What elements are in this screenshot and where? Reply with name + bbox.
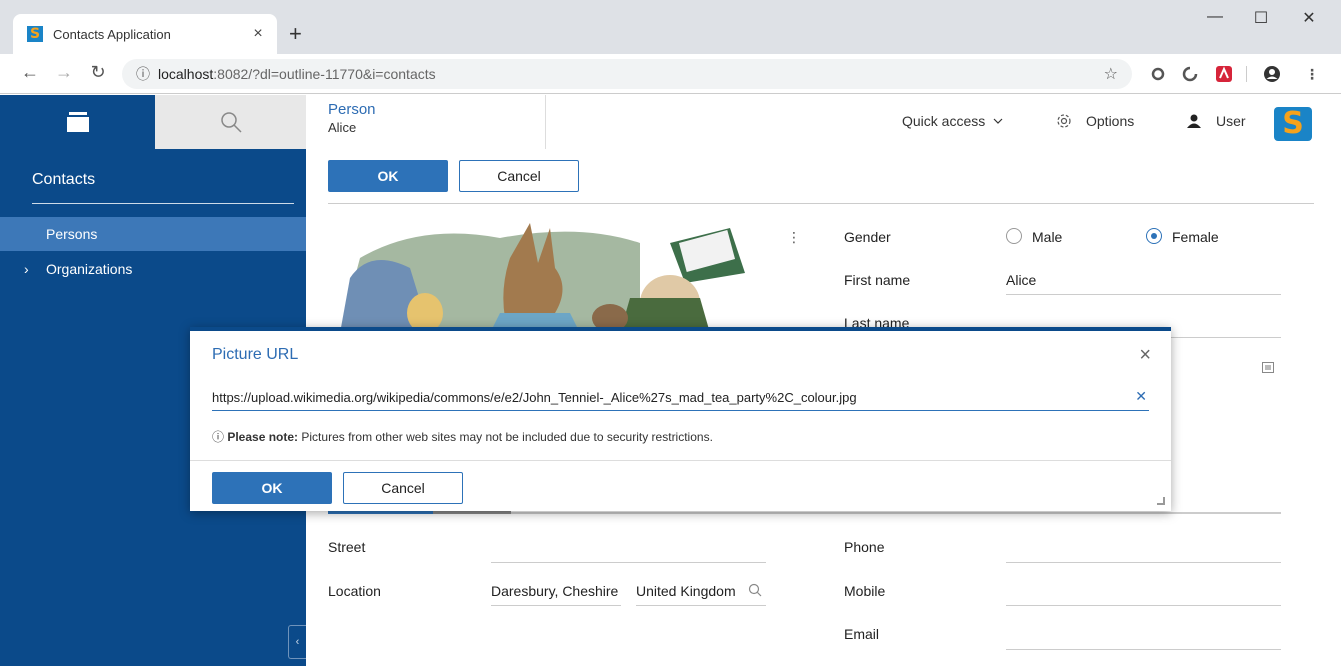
bookmark-star-icon[interactable]: ☆: [1104, 64, 1118, 84]
resize-handle-icon[interactable]: [1157, 497, 1165, 505]
reload-icon[interactable]: ↻: [86, 62, 110, 83]
location-country-underline: [636, 605, 766, 606]
app-header: Person Alice Quick access Options User S: [306, 95, 1341, 149]
location-city-field[interactable]: Daresbury, Cheshire: [491, 583, 618, 599]
info-icon: ⓘ: [212, 430, 228, 444]
first-name-underline: [1006, 294, 1281, 295]
sidebar-item-label: Organizations: [46, 261, 133, 277]
phone-underline[interactable]: [1006, 562, 1281, 563]
section-tab-indicator: [433, 511, 511, 514]
app-favicon-icon: S: [27, 26, 43, 42]
sidebar-item-label: Persons: [46, 226, 98, 242]
search-icon: [220, 112, 242, 133]
new-tab-button[interactable]: +: [289, 20, 302, 48]
location-city-underline: [491, 605, 621, 606]
browser-tab[interactable]: S Contacts Application ×: [13, 14, 277, 54]
gender-label: Gender: [844, 229, 891, 245]
sidebar-title: Contacts: [32, 171, 96, 188]
picture-menu-icon[interactable]: ⋮: [787, 229, 801, 246]
profile-avatar-icon[interactable]: [1262, 64, 1282, 84]
form-cancel-button[interactable]: Cancel: [459, 160, 579, 192]
section-tab-divider: [511, 512, 1281, 514]
close-icon[interactable]: ×: [1139, 344, 1151, 367]
user-menu[interactable]: User: [1186, 113, 1246, 129]
first-name-label: First name: [844, 272, 911, 288]
picture-url-input[interactable]: https://upload.wikimedia.org/wikipedia/c…: [212, 385, 1149, 411]
browser-tab-bar: S Contacts Application × + — ☐ ✕: [0, 0, 1341, 54]
url-host: localhost: [158, 66, 214, 82]
email-label: Email: [844, 626, 880, 642]
dialog-title: Picture URL: [212, 346, 299, 363]
mobile-underline[interactable]: [1006, 605, 1281, 606]
user-label: User: [1216, 113, 1246, 129]
info-icon[interactable]: ⓘ: [136, 64, 150, 84]
chevron-down-icon: [993, 118, 1003, 124]
search-icon[interactable]: [748, 583, 762, 597]
extension-refresh-icon[interactable]: [1180, 64, 1200, 84]
chevron-right-icon[interactable]: ›: [24, 261, 29, 277]
sidebar-item-persons[interactable]: Persons: [0, 217, 306, 251]
options-label: Options: [1086, 113, 1135, 129]
app-logo: S: [1274, 107, 1312, 141]
mobile-label: Mobile: [844, 583, 886, 599]
view-tab-subtitle: Alice: [328, 120, 357, 135]
minimize-button[interactable]: —: [1192, 8, 1238, 26]
email-underline[interactable]: [1006, 649, 1281, 650]
forward-arrow-icon[interactable]: →: [52, 62, 76, 83]
outline-stack-icon: [66, 112, 89, 132]
options-menu[interactable]: Options: [1056, 113, 1134, 129]
sidebar-divider: [32, 203, 294, 204]
picture-url-dialog: Picture URL × https://upload.wikimedia.o…: [190, 327, 1171, 511]
clear-input-icon[interactable]: ✕: [1135, 388, 1147, 405]
dialog-cancel-button[interactable]: Cancel: [343, 472, 463, 504]
collapse-sidebar-button[interactable]: ‹: [288, 625, 306, 659]
tab-title: Contacts Application: [53, 26, 171, 42]
note-text: Pictures from other web sites may not be…: [301, 430, 713, 444]
gender-female-label[interactable]: Female: [1172, 229, 1219, 245]
section-tab-active-indicator: [328, 511, 433, 514]
location-country-field[interactable]: United Kingdom: [636, 583, 736, 599]
gear-icon: [1057, 114, 1071, 128]
user-icon: [1187, 114, 1201, 128]
gender-female-radio[interactable]: [1146, 228, 1162, 244]
sidebar-item-organizations[interactable]: › Organizations: [0, 252, 306, 286]
dialog-divider: [190, 460, 1171, 461]
search-tab[interactable]: [155, 95, 306, 149]
street-underline[interactable]: [491, 562, 766, 563]
outline-tab[interactable]: [0, 95, 155, 149]
note-bold-label: Please note:: [227, 430, 299, 444]
gender-male-label[interactable]: Male: [1032, 229, 1062, 245]
extension-circle-icon[interactable]: [1148, 64, 1168, 84]
location-label: Location: [328, 583, 381, 599]
browser-menu-icon[interactable]: ⋮: [1302, 64, 1322, 84]
quick-access-label: Quick access: [902, 113, 986, 129]
view-tab-person[interactable]: Person Alice: [306, 95, 546, 149]
tab-close-icon[interactable]: ×: [249, 25, 267, 43]
maximize-button[interactable]: ☐: [1238, 8, 1284, 28]
url-path: :8082/?dl=outline-11770&i=contacts: [213, 66, 436, 82]
calendar-icon[interactable]: [1262, 361, 1274, 373]
dialog-ok-button[interactable]: OK: [212, 472, 332, 504]
form-divider: [328, 203, 1314, 204]
phone-label: Phone: [844, 539, 885, 555]
street-label: Street: [328, 539, 366, 555]
form-ok-button[interactable]: OK: [328, 160, 448, 192]
view-tab-title: Person: [328, 101, 376, 118]
extension-red-icon[interactable]: [1214, 64, 1234, 84]
toolbar-divider: [1246, 66, 1247, 82]
back-arrow-icon[interactable]: ←: [18, 62, 42, 83]
browser-address-bar: ← → ↻ ⓘ localhost:8082/?dl=outline-11770…: [0, 54, 1341, 94]
url-input[interactable]: ⓘ localhost:8082/?dl=outline-11770&i=con…: [122, 59, 1132, 89]
close-window-button[interactable]: ✕: [1286, 8, 1332, 28]
person-picture[interactable]: [340, 218, 760, 333]
gender-male-radio[interactable]: [1006, 228, 1022, 244]
first-name-field[interactable]: Alice: [1006, 272, 1036, 288]
security-note: ⓘ Please note: Pictures from other web s…: [212, 428, 713, 445]
quick-access-menu[interactable]: Quick access: [902, 113, 1003, 129]
